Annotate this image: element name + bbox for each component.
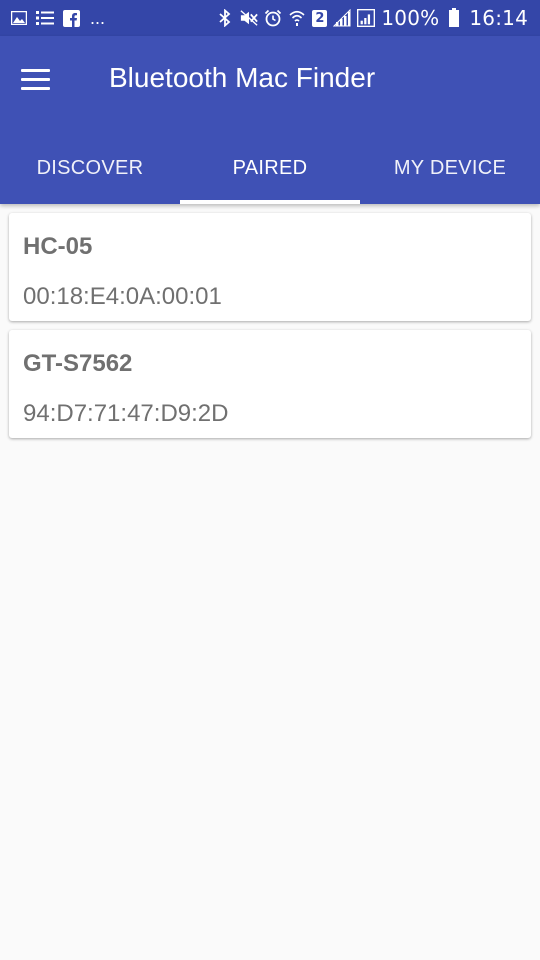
device-name: HC-05 <box>23 233 93 260</box>
notification-overflow: ... <box>90 7 106 28</box>
alarm-icon <box>264 9 282 27</box>
menu-line <box>20 86 50 90</box>
active-tab-indicator <box>180 200 360 204</box>
device-card[interactable]: GT-S7562 94:D7:71:47:D9:2D <box>9 330 531 438</box>
tab-label: PAIRED <box>232 156 308 179</box>
app-title: Bluetooth Mac Finder <box>109 62 376 93</box>
sim-icon: 2 <box>312 9 328 27</box>
menu-line <box>20 77 50 81</box>
tab-discover[interactable]: DISCOVER <box>0 132 180 204</box>
status-right-group: 2 100% 16:14 <box>216 0 528 36</box>
facebook-icon <box>62 9 80 27</box>
app-bar: Bluetooth Mac Finder DISCOVER PAIRED MY … <box>0 36 540 204</box>
battery-percent: 100% <box>381 6 440 30</box>
clock: 16:14 <box>469 6 528 30</box>
signal-box-icon <box>357 8 376 27</box>
tab-label: MY DEVICE <box>393 156 507 179</box>
device-card[interactable]: HC-05 00:18:E4:0A:00:01 <box>9 213 531 321</box>
tab-paired[interactable]: PAIRED <box>180 132 360 204</box>
menu-line <box>20 68 50 72</box>
gallery-icon <box>10 9 28 27</box>
mute-icon <box>240 9 259 27</box>
tab-label: DISCOVER <box>36 156 144 179</box>
status-left-group: ... <box>10 0 105 36</box>
hamburger-menu-icon[interactable] <box>14 58 56 100</box>
signal-icon <box>333 9 351 27</box>
list-icon <box>36 9 54 27</box>
device-mac-address: 94:D7:71:47:D9:2D <box>23 400 229 427</box>
device-mac-address: 00:18:E4:0A:00:01 <box>23 283 222 310</box>
wifi-icon <box>288 9 306 27</box>
device-name: GT-S7562 <box>23 350 133 377</box>
battery-icon <box>445 8 463 27</box>
bluetooth-icon <box>216 9 234 27</box>
tab-my-device[interactable]: MY DEVICE <box>360 132 540 204</box>
status-bar: ... 2 100% 16:14 <box>0 0 540 36</box>
tab-bar: DISCOVER PAIRED MY DEVICE <box>0 132 540 204</box>
